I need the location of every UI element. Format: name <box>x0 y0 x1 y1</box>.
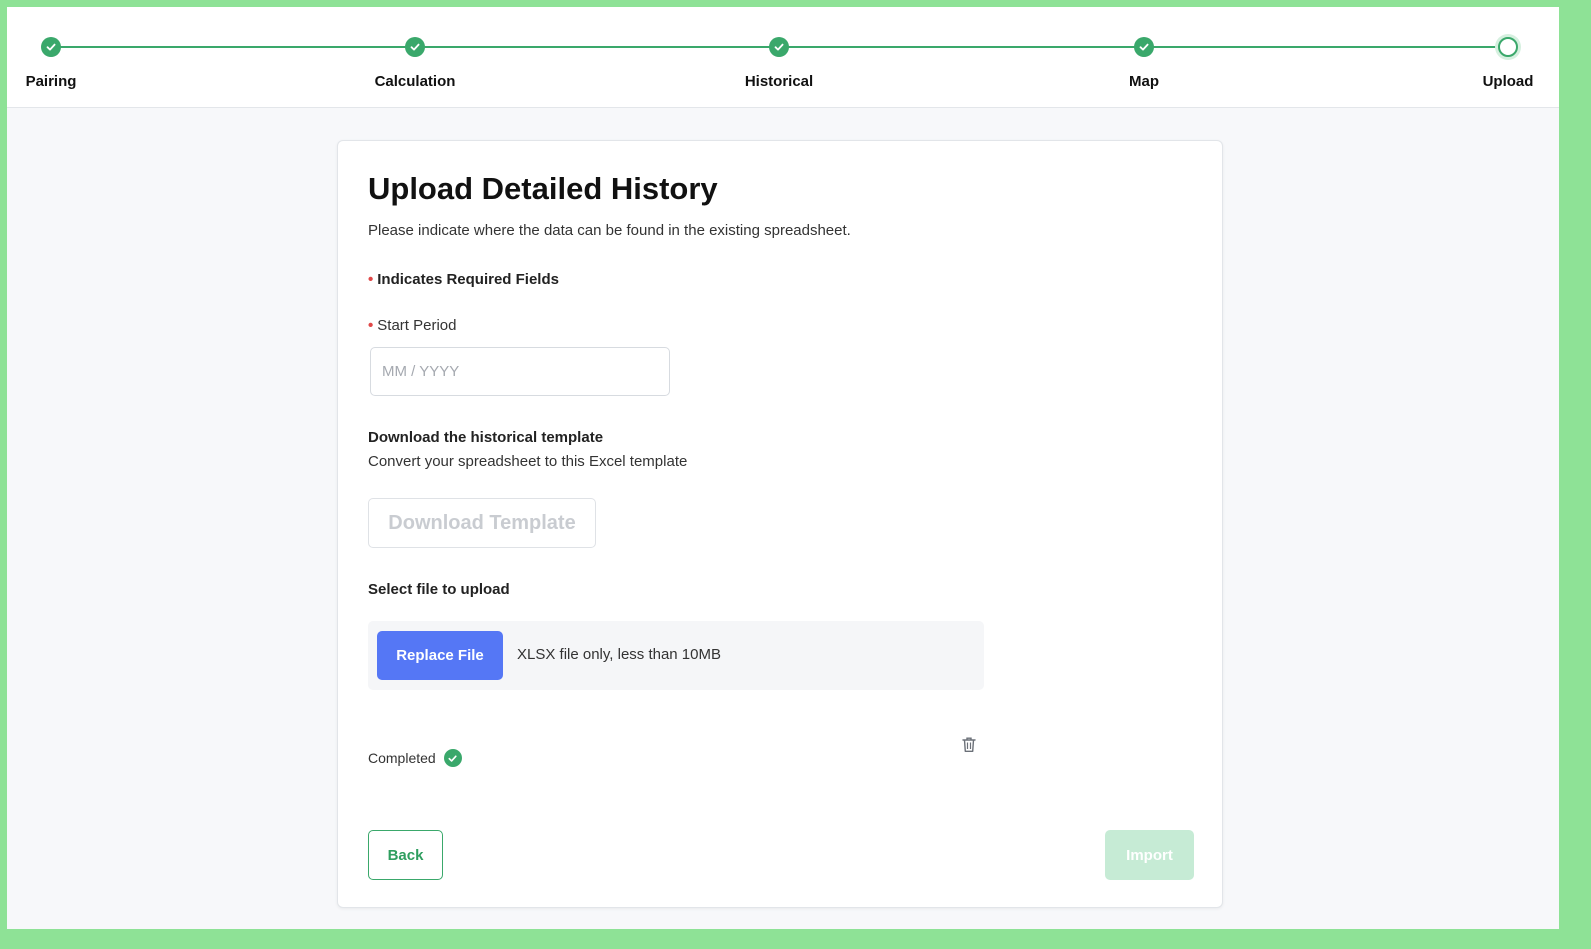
required-marker: • <box>368 271 374 288</box>
progress-stepper: Pairing Calculation Historical Map Uploa… <box>7 7 1559 108</box>
step-label: Map <box>1129 73 1159 90</box>
app-frame: Pairing Calculation Historical Map Uploa… <box>7 7 1559 929</box>
start-period-label: • Start Period <box>368 317 456 334</box>
check-circle-icon <box>443 749 462 767</box>
back-button[interactable]: Back <box>368 830 443 880</box>
check-icon <box>405 37 425 57</box>
current-step-icon <box>1498 37 1518 57</box>
check-icon <box>1134 37 1154 57</box>
step-label: Calculation <box>374 73 456 90</box>
import-button[interactable]: Import <box>1105 830 1194 880</box>
step-label: Historical <box>744 73 814 90</box>
required-marker: • <box>368 317 374 334</box>
template-section-title: Download the historical template <box>368 429 604 446</box>
check-icon <box>769 37 789 57</box>
file-upload-area[interactable]: Replace File XLSX file only, less than 1… <box>368 621 984 690</box>
start-period-label-text: Start Period <box>377 317 457 334</box>
start-period-input[interactable] <box>370 347 670 396</box>
upload-section-title: Select file to upload <box>368 581 510 598</box>
check-icon <box>41 37 61 57</box>
template-section-description: Convert your spreadsheet to this Excel t… <box>368 453 688 470</box>
required-note-text: Indicates Required Fields <box>377 271 559 288</box>
step-pairing[interactable]: Pairing <box>7 37 121 90</box>
download-template-button[interactable]: Download Template <box>368 498 596 548</box>
replace-file-button[interactable]: Replace File <box>377 631 503 680</box>
required-fields-note: • Indicates Required Fields <box>368 271 559 288</box>
page-subtitle: Please indicate where the data can be fo… <box>368 222 851 239</box>
upload-card: Upload Detailed History Please indicate … <box>337 140 1223 908</box>
upload-status: Completed <box>368 749 462 767</box>
page-title: Upload Detailed History <box>368 171 718 206</box>
upload-hint: XLSX file only, less than 10MB <box>517 646 721 663</box>
step-calculation[interactable]: Calculation <box>345 37 485 90</box>
step-historical[interactable]: Historical <box>709 37 849 90</box>
upload-status-text: Completed <box>368 750 436 766</box>
step-label: Pairing <box>25 73 77 90</box>
trash-icon[interactable] <box>958 733 980 755</box>
step-upload[interactable]: Upload <box>1438 37 1559 90</box>
step-label: Upload <box>1482 73 1534 90</box>
step-map[interactable]: Map <box>1074 37 1214 90</box>
